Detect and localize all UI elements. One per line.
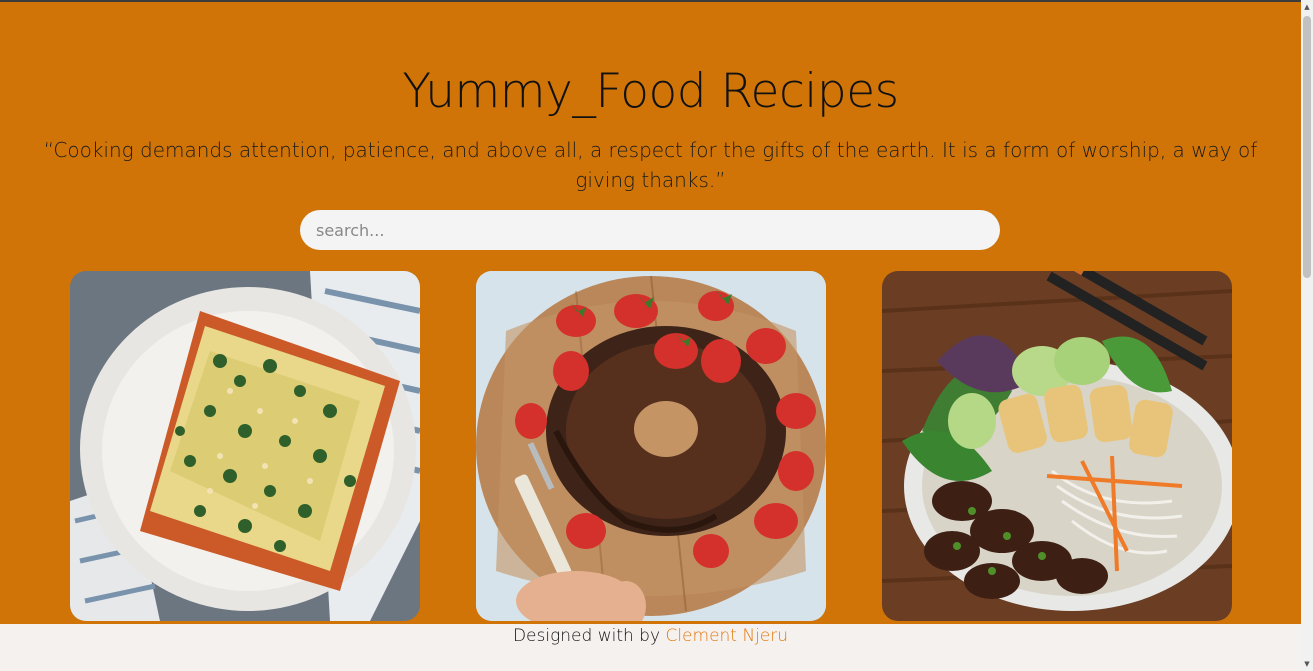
author-link[interactable]: Clement Njeru bbox=[665, 626, 788, 646]
chocolate-bundt-cake-photo bbox=[476, 271, 826, 621]
search-input[interactable] bbox=[300, 210, 1000, 250]
vertical-scrollbar[interactable]: ▲ ▼ bbox=[1301, 0, 1313, 671]
scrollbar-thumb[interactable] bbox=[1303, 16, 1311, 278]
main-page: Yummy_Food Recipes “Cooking demands atte… bbox=[0, 2, 1301, 624]
lasagna-photo bbox=[70, 271, 420, 621]
scroll-up-arrow-icon[interactable]: ▲ bbox=[1301, 0, 1313, 14]
footer-text: Designed with by bbox=[512, 626, 666, 646]
scroll-down-arrow-icon[interactable]: ▼ bbox=[1301, 657, 1313, 671]
page-title: Yummy_Food Recipes bbox=[402, 64, 899, 119]
recipe-card-noodle-bowl[interactable] bbox=[882, 271, 1232, 621]
vietnamese-noodle-bowl-photo bbox=[882, 271, 1232, 621]
header-quote: “Cooking demands attention, patience, an… bbox=[43, 138, 1258, 192]
recipe-card-lasagna[interactable] bbox=[70, 271, 420, 621]
recipe-card-chocolate-cake[interactable] bbox=[476, 271, 826, 621]
footer: Designed with by Clement Njeru bbox=[0, 624, 1301, 671]
